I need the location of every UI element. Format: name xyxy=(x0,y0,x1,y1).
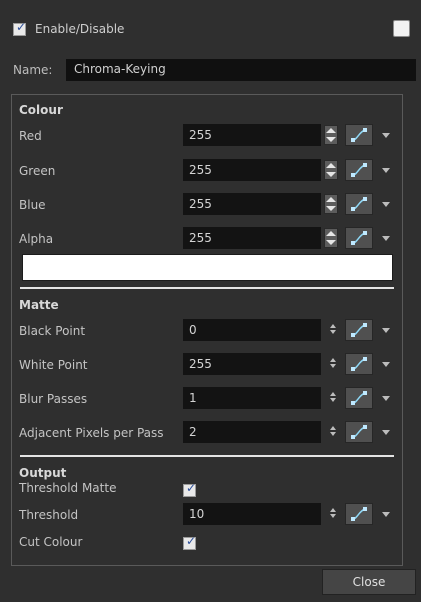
blur-passes-field[interactable]: 1 xyxy=(183,387,321,409)
spinner-arrows-icon[interactable] xyxy=(330,507,338,521)
function-curve-icon[interactable] xyxy=(345,227,373,249)
colour-section-title: Colour xyxy=(19,103,63,117)
spinner-arrows-icon[interactable] xyxy=(324,194,338,214)
white-point-label: White Point xyxy=(19,358,88,372)
dropdown-arrow-icon[interactable] xyxy=(382,396,390,401)
function-curve-icon[interactable] xyxy=(345,503,373,525)
green-field[interactable]: 255 xyxy=(183,159,321,181)
enable-label: Enable/Disable xyxy=(35,22,125,36)
function-curve-icon[interactable] xyxy=(345,159,373,181)
dropdown-arrow-icon[interactable] xyxy=(382,512,390,517)
threshold-field[interactable]: 10 xyxy=(183,503,321,525)
enable-checkbox[interactable]: ✓ xyxy=(13,20,27,36)
threshold-label: Threshold xyxy=(19,508,79,522)
dropdown-arrow-icon[interactable] xyxy=(382,202,390,207)
cut-colour-checkbox[interactable]: ✓ xyxy=(183,534,197,550)
red-field[interactable]: 255 xyxy=(183,124,321,146)
blue-field[interactable]: 255 xyxy=(183,193,321,215)
dropdown-arrow-icon[interactable] xyxy=(382,236,390,241)
green-label: Green xyxy=(19,164,56,178)
function-curve-icon[interactable] xyxy=(345,124,373,146)
alpha-label: Alpha xyxy=(19,232,54,246)
spinner-arrows-icon[interactable] xyxy=(324,160,338,180)
color-swatch-button[interactable] xyxy=(393,20,410,37)
blur-passes-label: Blur Passes xyxy=(19,392,88,406)
spinner-arrows-icon[interactable] xyxy=(330,391,338,405)
output-section-title: Output xyxy=(19,466,67,480)
spinner-arrows-icon[interactable] xyxy=(330,425,338,439)
dropdown-arrow-icon[interactable] xyxy=(382,362,390,367)
threshold-matte-label: Threshold Matte xyxy=(19,481,117,495)
separator xyxy=(20,455,394,457)
function-curve-icon[interactable] xyxy=(345,421,373,443)
close-button[interactable]: Close xyxy=(322,569,416,595)
spinner-arrows-icon[interactable] xyxy=(324,228,338,248)
cut-colour-label: Cut Colour xyxy=(19,535,83,549)
matte-section-title: Matte xyxy=(19,298,59,312)
dropdown-arrow-icon[interactable] xyxy=(382,133,390,138)
spinner-arrows-icon[interactable] xyxy=(330,357,338,371)
name-field[interactable]: Chroma-Keying xyxy=(66,59,416,81)
spinner-arrows-icon[interactable] xyxy=(330,323,338,337)
threshold-matte-checkbox[interactable]: ✓ xyxy=(183,481,197,497)
checkmark-icon: ✓ xyxy=(186,534,197,548)
red-label: Red xyxy=(19,129,42,143)
function-curve-icon[interactable] xyxy=(345,387,373,409)
name-label: Name: xyxy=(13,63,53,77)
parameters-group: Colour Red 255 Green 255 Blue 255 Alpha … xyxy=(11,94,403,566)
blue-label: Blue xyxy=(19,198,46,212)
dropdown-arrow-icon[interactable] xyxy=(382,328,390,333)
black-point-field[interactable]: 0 xyxy=(183,319,321,341)
function-curve-icon[interactable] xyxy=(345,319,373,341)
dropdown-arrow-icon[interactable] xyxy=(382,168,390,173)
adjacent-pixels-label: Adjacent Pixels per Pass xyxy=(19,426,164,440)
alpha-field[interactable]: 255 xyxy=(183,227,321,249)
spinner-arrows-icon[interactable] xyxy=(324,125,338,145)
white-point-field[interactable]: 255 xyxy=(183,353,321,375)
dropdown-arrow-icon[interactable] xyxy=(382,430,390,435)
function-curve-icon[interactable] xyxy=(345,353,373,375)
separator xyxy=(20,287,394,289)
colour-preview-swatch[interactable] xyxy=(22,254,393,281)
black-point-label: Black Point xyxy=(19,324,86,338)
checkmark-icon: ✓ xyxy=(186,481,197,495)
checkmark-icon: ✓ xyxy=(16,20,27,34)
adjacent-pixels-field[interactable]: 2 xyxy=(183,421,321,443)
function-curve-icon[interactable] xyxy=(345,193,373,215)
